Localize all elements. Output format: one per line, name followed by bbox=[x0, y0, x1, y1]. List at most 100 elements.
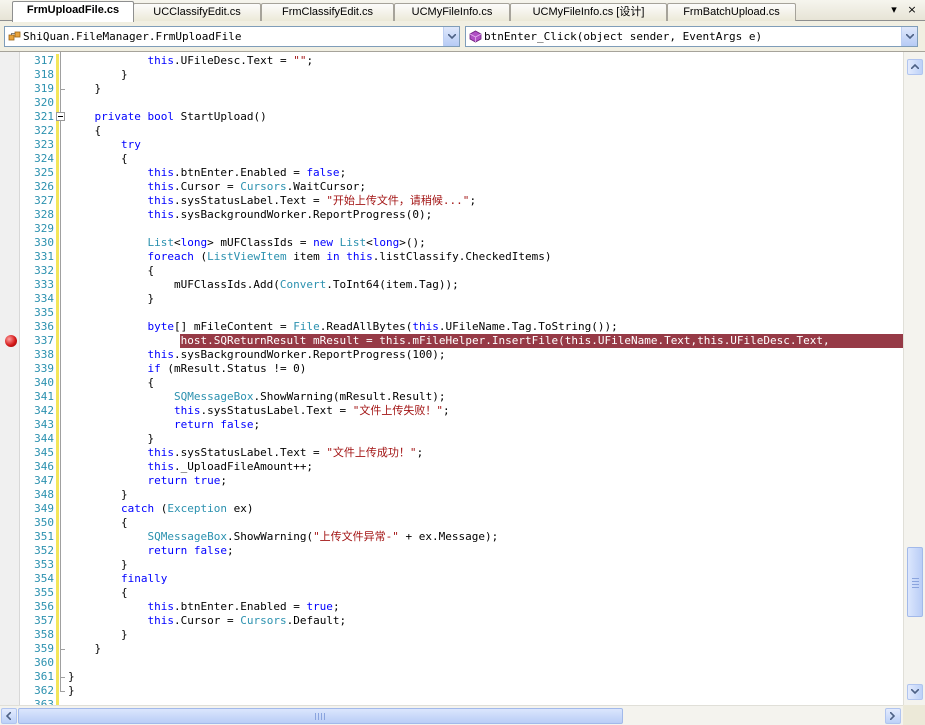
change-indicator bbox=[56, 572, 59, 586]
code-line[interactable]: 354 finally bbox=[0, 572, 903, 586]
horizontal-scroll-thumb[interactable] bbox=[18, 708, 623, 724]
code-line[interactable]: 355 { bbox=[0, 586, 903, 600]
scroll-left-icon[interactable] bbox=[1, 708, 17, 724]
change-indicator bbox=[56, 516, 59, 530]
line-number: 339 bbox=[34, 362, 54, 375]
code-line[interactable]: 328 this.sysBackgroundWorker.ReportProgr… bbox=[0, 208, 903, 222]
tab-ucmyfileinfo[interactable]: UCMyFileInfo.cs bbox=[394, 3, 510, 21]
scroll-right-icon[interactable] bbox=[885, 708, 901, 724]
change-indicator bbox=[56, 670, 59, 684]
chevron-down-icon[interactable] bbox=[901, 27, 917, 46]
tab-list-dropdown-icon[interactable]: ▾ bbox=[887, 3, 901, 17]
code-line[interactable]: 329 bbox=[0, 222, 903, 236]
breakpoint-icon[interactable] bbox=[5, 335, 17, 347]
vertical-scroll-thumb[interactable] bbox=[907, 547, 923, 617]
line-number: 332 bbox=[34, 264, 54, 277]
code-text: finally bbox=[120, 572, 168, 585]
line-number: 356 bbox=[34, 600, 54, 613]
code-line[interactable]: 321 private bool StartUpload() bbox=[0, 110, 903, 124]
code-line[interactable]: 332 { bbox=[0, 264, 903, 278]
code-line[interactable]: 362} bbox=[0, 684, 903, 698]
code-editor[interactable]: 317 this.UFileDesc.Text = ""; 318 } 319 } 3… bbox=[0, 52, 903, 705]
code-line[interactable]: 351 SQMessageBox.ShowWarning("上传文件异常-" +… bbox=[0, 530, 903, 544]
code-text: this.btnEnter.Enabled = false; bbox=[147, 166, 347, 179]
code-text: { bbox=[68, 152, 128, 165]
tab-ucmyfileinfo-design[interactable]: UCMyFileInfo.cs [设计] bbox=[510, 3, 667, 21]
code-text: this.btnEnter.Enabled = true; bbox=[147, 600, 340, 613]
code-line[interactable]: 322 { bbox=[0, 124, 903, 138]
change-indicator bbox=[56, 390, 59, 404]
code-line[interactable]: 347 return true; bbox=[0, 474, 903, 488]
code-line[interactable]: 324 { bbox=[0, 152, 903, 166]
close-document-icon[interactable]: × bbox=[905, 3, 919, 17]
line-number: 326 bbox=[34, 180, 54, 193]
change-indicator bbox=[56, 348, 59, 362]
code-line[interactable]: 350 { bbox=[0, 516, 903, 530]
tab-frmclassifyedit[interactable]: FrmClassifyEdit.cs bbox=[261, 3, 394, 21]
code-line[interactable]: 346 this._UploadFileAmount++; bbox=[0, 460, 903, 474]
code-line[interactable]: 323 try bbox=[0, 138, 903, 152]
tab-frmuploadfile[interactable]: FrmUploadFile.cs bbox=[12, 1, 134, 22]
code-line[interactable]: 326 this.Cursor = Cursors.WaitCursor; bbox=[0, 180, 903, 194]
member-dropdown-value: btnEnter_Click(object sender, EventArgs … bbox=[484, 30, 763, 43]
code-line[interactable]: 333 mUFClassIds.Add(Convert.ToInt64(item… bbox=[0, 278, 903, 292]
change-indicator bbox=[56, 222, 59, 236]
code-line[interactable]: 349 catch (Exception ex) bbox=[0, 502, 903, 516]
tab-label: FrmBatchUpload.cs bbox=[683, 6, 780, 18]
code-line[interactable]: 341 SQMessageBox.ShowWarning(mResult.Res… bbox=[0, 390, 903, 404]
code-text: } bbox=[68, 558, 128, 571]
code-line[interactable]: 320 bbox=[0, 96, 903, 110]
change-indicator bbox=[56, 502, 59, 516]
code-line[interactable]: 317 this.UFileDesc.Text = ""; bbox=[0, 54, 903, 68]
code-line[interactable]: 361} bbox=[0, 670, 903, 684]
code-line[interactable]: 342 this.sysStatusLabel.Text = "文件上传失败！"… bbox=[0, 404, 903, 418]
code-text: mUFClassIds.Add(Convert.ToInt64(item.Tag… bbox=[68, 278, 459, 291]
code-line[interactable]: 334 } bbox=[0, 292, 903, 306]
navigation-bar: ShiQuan.FileManager.FrmUploadFile btnEnt… bbox=[0, 21, 925, 52]
code-line[interactable]: 330 List<long> mUFClassIds = new List<lo… bbox=[0, 236, 903, 250]
code-line[interactable]: 356 this.btnEnter.Enabled = true; bbox=[0, 600, 903, 614]
line-number: 340 bbox=[34, 376, 54, 389]
code-line[interactable]: 327 this.sysStatusLabel.Text = "开始上传文件，请… bbox=[0, 194, 903, 208]
code-line[interactable]: 318 } bbox=[0, 68, 903, 82]
code-line[interactable]: 358 } bbox=[0, 628, 903, 642]
horizontal-scrollbar[interactable] bbox=[0, 705, 903, 725]
code-text: } bbox=[68, 628, 128, 641]
code-line[interactable]: 336 byte[] mFileContent = File.ReadAllBy… bbox=[0, 320, 903, 334]
change-indicator bbox=[56, 404, 59, 418]
code-line[interactable]: 359 } bbox=[0, 642, 903, 656]
code-line[interactable]: 340 { bbox=[0, 376, 903, 390]
code-line[interactable]: 325 this.btnEnter.Enabled = false; bbox=[0, 166, 903, 180]
code-text: this.sysBackgroundWorker.ReportProgress(… bbox=[147, 208, 433, 221]
tab-frmbatchupload[interactable]: FrmBatchUpload.cs bbox=[667, 3, 796, 21]
line-number: 355 bbox=[34, 586, 54, 599]
code-line[interactable]: 343 return false; bbox=[0, 418, 903, 432]
scroll-down-icon[interactable] bbox=[907, 684, 923, 700]
change-indicator bbox=[56, 334, 59, 348]
outline-end-marker bbox=[60, 677, 65, 678]
collapse-icon[interactable] bbox=[56, 112, 65, 121]
tab-ucclassifyedit[interactable]: UCClassifyEdit.cs bbox=[133, 3, 261, 21]
change-indicator bbox=[56, 264, 59, 278]
code-line[interactable]: 331 foreach (ListViewItem item in this.l… bbox=[0, 250, 903, 264]
chevron-down-icon[interactable] bbox=[443, 27, 459, 46]
code-line[interactable]: 339 if (mResult.Status != 0) bbox=[0, 362, 903, 376]
code-line[interactable]: 344 } bbox=[0, 432, 903, 446]
vertical-scrollbar[interactable] bbox=[903, 52, 925, 705]
type-dropdown[interactable]: ShiQuan.FileManager.FrmUploadFile bbox=[4, 26, 460, 47]
code-line[interactable]: 338 this.sysBackgroundWorker.ReportProgr… bbox=[0, 348, 903, 362]
code-line[interactable]: 353 } bbox=[0, 558, 903, 572]
code-line[interactable]: 319 } bbox=[0, 82, 903, 96]
code-line[interactable]: 357 this.Cursor = Cursors.Default; bbox=[0, 614, 903, 628]
code-line[interactable]: 352 return false; bbox=[0, 544, 903, 558]
breakpoint-code-line[interactable]: 337 localhost.SQReturnResult mResult = t… bbox=[0, 334, 903, 348]
code-line[interactable]: 345 this.sysStatusLabel.Text = "文件上传成功！"… bbox=[0, 446, 903, 460]
code-line[interactable]: 363 bbox=[0, 698, 903, 705]
scroll-up-icon[interactable] bbox=[907, 59, 923, 75]
line-number: 341 bbox=[34, 390, 54, 403]
code-line[interactable]: 335 bbox=[0, 306, 903, 320]
code-line[interactable]: 348 } bbox=[0, 488, 903, 502]
code-line[interactable]: 360 bbox=[0, 656, 903, 670]
member-dropdown[interactable]: btnEnter_Click(object sender, EventArgs … bbox=[465, 26, 918, 47]
code-text: this.sysBackgroundWorker.ReportProgress(… bbox=[147, 348, 446, 361]
